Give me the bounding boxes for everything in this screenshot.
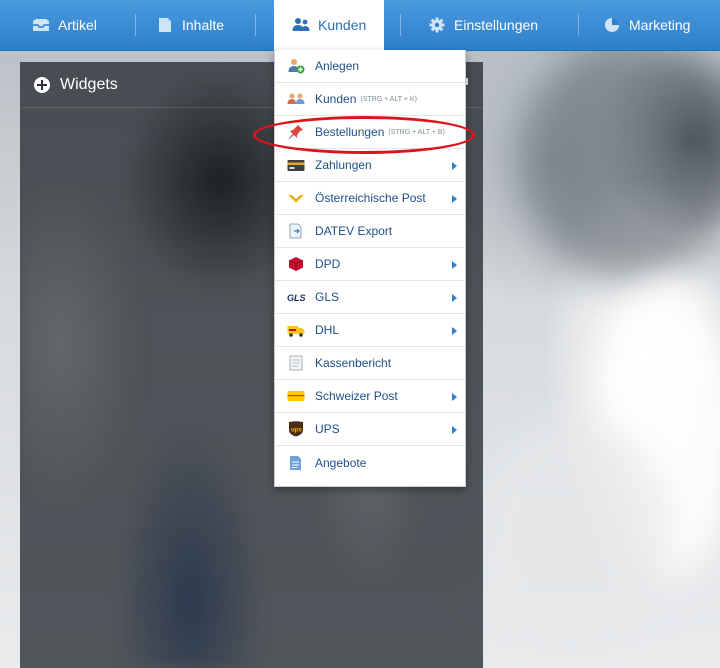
pie-chart-icon: [605, 18, 619, 32]
submenu-arrow-icon: [452, 162, 457, 170]
nav-item-inhalte[interactable]: Inhalte: [156, 0, 224, 50]
customers-icon: [287, 93, 305, 104]
svg-text:GLS: GLS: [287, 293, 305, 303]
menu-item-gls[interactable]: GLS GLS: [275, 281, 465, 314]
menu-item-dhl[interactable]: DHL: [275, 314, 465, 347]
submenu-arrow-icon: [452, 261, 457, 269]
shortcut-hint: (STRG + ALT + B): [388, 128, 445, 136]
plus-circle-icon: [34, 76, 50, 93]
inbox-icon: [33, 19, 49, 31]
menu-item-label: Schweizer Post: [315, 389, 398, 403]
gls-logo-icon: GLS: [287, 293, 305, 303]
offer-document-icon: [290, 455, 301, 470]
menu-item-label: DATEV Export: [315, 224, 393, 238]
nav-divider: [578, 14, 579, 36]
users-icon: [292, 18, 310, 31]
report-icon: [289, 355, 303, 371]
submenu-arrow-icon: [452, 327, 457, 335]
menu-item-kunden[interactable]: Kunden (STRG + ALT + K): [275, 83, 465, 116]
menu-item-schweizer-post[interactable]: Schweizer Post: [275, 380, 465, 413]
menu-item-label: Zahlungen: [315, 158, 372, 172]
kunden-dropdown-menu: Anlegen Kunden (STRG + ALT + K) Bestellu…: [274, 50, 466, 487]
svg-text:ups: ups: [291, 428, 302, 434]
dhl-truck-icon: [287, 326, 305, 337]
menu-item-label: Österreichische Post: [315, 191, 426, 205]
menu-item-datev-export[interactable]: DATEV Export: [275, 215, 465, 248]
menu-item-label: GLS: [315, 290, 340, 304]
export-document-icon: [289, 223, 302, 239]
menu-item-ups[interactable]: ups UPS: [275, 413, 465, 446]
nav-item-label: Marketing: [629, 17, 691, 33]
austrian-post-icon: [288, 194, 304, 203]
nav-item-label: Inhalte: [182, 17, 225, 33]
menu-item-kassenbericht[interactable]: Kassenbericht: [275, 347, 465, 380]
widgets-title: Widgets: [60, 75, 118, 93]
menu-item-label: Anlegen: [315, 59, 360, 73]
menu-item-label: Bestellungen: [315, 125, 385, 139]
menu-item-label: DPD: [315, 257, 341, 271]
menu-item-label: Kassenbericht: [315, 356, 392, 370]
menu-item-label: UPS: [315, 422, 340, 436]
menu-item-label: DHL: [315, 323, 340, 337]
dpd-cube-icon: [288, 257, 304, 271]
submenu-arrow-icon: [452, 294, 457, 302]
ups-shield-icon: ups: [289, 421, 303, 437]
shortcut-hint: (STRG + ALT + K): [360, 95, 417, 103]
gear-icon: [429, 17, 445, 33]
menu-item-anlegen[interactable]: Anlegen: [275, 50, 465, 83]
swiss-post-icon: [287, 391, 305, 401]
menu-item-label: Kunden: [315, 92, 357, 106]
document-icon: [159, 18, 171, 32]
nav-divider: [400, 14, 401, 36]
nav-item-label: Einstellungen: [454, 17, 539, 33]
menu-item-angebote[interactable]: Angebote: [275, 446, 465, 479]
add-user-icon: [288, 59, 305, 74]
nav-item-kunden[interactable]: Kunden: [274, 0, 385, 50]
nav-item-label: Artikel: [58, 17, 97, 33]
submenu-arrow-icon: [452, 195, 457, 203]
menu-item-dpd[interactable]: DPD: [275, 248, 465, 281]
payment-card-icon: [287, 160, 305, 171]
submenu-arrow-icon: [452, 393, 457, 401]
nav-item-artikel[interactable]: Artikel: [32, 0, 97, 50]
nav-divider: [255, 14, 256, 36]
nav-item-einstellungen[interactable]: Einstellungen: [428, 0, 538, 50]
menu-item-zahlungen[interactable]: Zahlungen: [275, 149, 465, 182]
pin-icon: [288, 125, 303, 140]
nav-item-marketing[interactable]: Marketing: [603, 0, 690, 50]
menu-item-bestellungen[interactable]: Bestellungen (STRG + ALT + B): [275, 116, 465, 149]
menu-item-oesterreichische-post[interactable]: Österreichische Post: [275, 182, 465, 215]
nav-item-label: Kunden: [318, 17, 367, 33]
menu-item-label: Angebote: [315, 455, 367, 470]
submenu-arrow-icon: [452, 426, 457, 434]
top-navbar: Artikel Inhalte Kunden Einstellungen Mar…: [0, 0, 720, 51]
nav-divider: [135, 14, 136, 36]
